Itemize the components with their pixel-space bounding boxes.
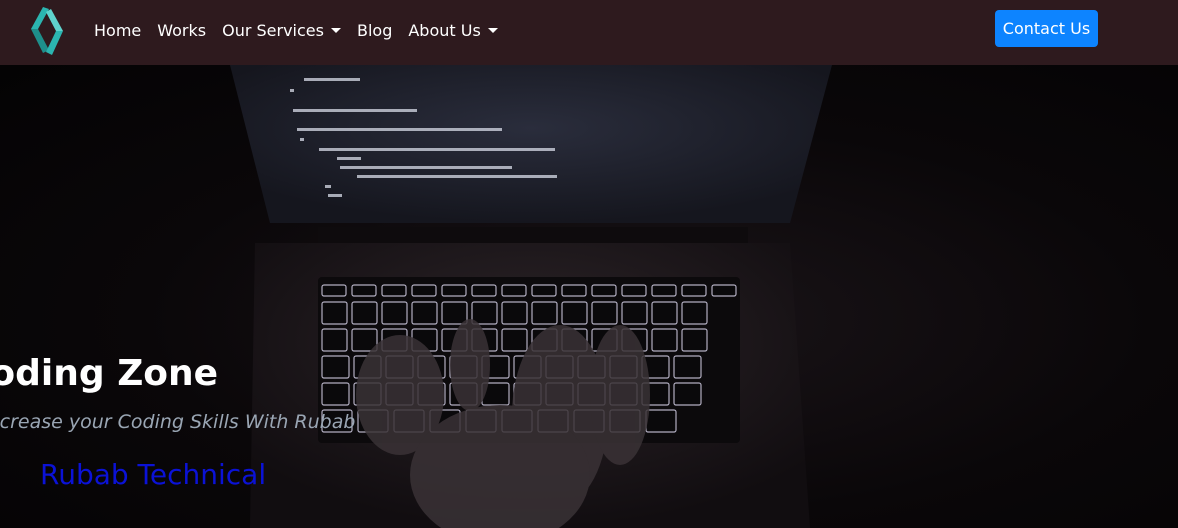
keyboard-key	[711, 284, 737, 297]
keyboard-key	[321, 301, 348, 325]
nav-link-label: About Us	[408, 20, 481, 40]
caret-down-icon	[487, 28, 498, 33]
contact-us-button[interactable]: Contact Us	[995, 10, 1098, 47]
keyboard-key	[441, 301, 468, 325]
keyboard-key	[673, 355, 702, 379]
hero-brand: Rubab Technical	[40, 458, 267, 491]
keyboard-key	[321, 355, 350, 379]
nav-link-blog[interactable]: Blog	[357, 21, 392, 40]
keyboard-key	[381, 301, 408, 325]
keyboard-key	[531, 284, 557, 297]
keyboard-key	[651, 301, 678, 325]
nav-link-home[interactable]: Home	[94, 21, 141, 40]
keyboard-key	[645, 409, 677, 433]
keyboard-key	[471, 301, 498, 325]
keyboard-key	[591, 284, 617, 297]
keyboard-key	[471, 284, 497, 297]
hero-section: Coding Zone Increase your Coding Skills …	[0, 65, 1178, 528]
keyboard-key	[681, 328, 708, 352]
nav-link-our-services[interactable]: Our Services	[222, 21, 341, 40]
hero-title: Coding Zone	[0, 353, 219, 394]
chevron-logo-icon[interactable]	[26, 3, 68, 59]
nav-links: Home Works Our Services Blog About Us	[94, 0, 514, 60]
keyboard-key	[681, 301, 708, 325]
nav-link-works[interactable]: Works	[157, 21, 206, 40]
keyboard-key	[351, 301, 378, 325]
nav-link-label: Home	[94, 20, 142, 40]
keyboard-key	[501, 328, 528, 352]
keyboard-key	[501, 284, 527, 297]
keyboard-key	[351, 284, 377, 297]
nav-link-label: Works	[157, 20, 207, 40]
navbar: Home Works Our Services Blog About Us Co…	[0, 0, 1178, 65]
nav-link-about-us[interactable]: About Us	[408, 20, 498, 40]
keyboard-key	[651, 328, 678, 352]
keyboard-key	[501, 301, 528, 325]
keyboard-key	[411, 301, 438, 325]
keyboard-key	[681, 284, 707, 297]
keyboard-key	[381, 284, 407, 297]
nav-link-label: Blog	[356, 20, 393, 40]
keyboard-key	[651, 284, 677, 297]
keyboard-key	[673, 382, 702, 406]
nav-link-label: Our Services	[222, 20, 324, 40]
page: Home Works Our Services Blog About Us Co…	[0, 0, 1178, 528]
keyboard-key	[321, 284, 347, 297]
keyboard-key	[321, 328, 348, 352]
caret-down-icon	[330, 28, 341, 33]
keyboard-key	[321, 382, 350, 406]
keyboard-key	[621, 284, 647, 297]
keyboard-key	[561, 301, 588, 325]
keyboard-key	[561, 284, 587, 297]
hero-subtitle: Increase your Coding Skills With Rubab	[0, 411, 356, 433]
keyboard-key	[591, 301, 618, 325]
keyboard-key	[621, 301, 648, 325]
keyboard-key	[441, 284, 467, 297]
keyboard-key	[411, 284, 437, 297]
keyboard-key	[531, 301, 558, 325]
